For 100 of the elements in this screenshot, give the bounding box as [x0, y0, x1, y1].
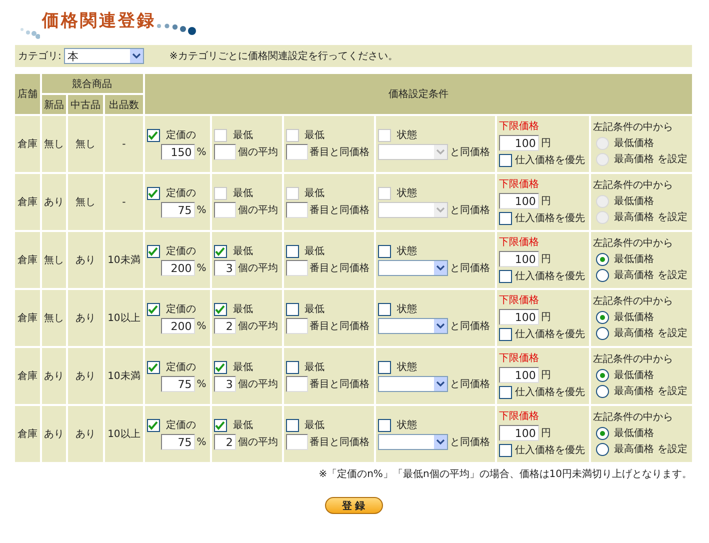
input-field[interactable]	[214, 202, 236, 218]
suffix-label: 番目と同価格	[310, 204, 370, 217]
option-label: 最低	[232, 419, 253, 432]
checkbox[interactable]	[378, 302, 391, 316]
input-field[interactable]: 3	[214, 376, 236, 392]
input-field[interactable]	[286, 144, 308, 160]
option-label: 最高価格 を設定	[614, 326, 688, 340]
checkbox[interactable]	[498, 270, 512, 282]
input-field[interactable]: 100	[498, 425, 539, 441]
option-label: 最低	[304, 129, 325, 142]
option-label: 最低価格	[614, 310, 654, 324]
table-cell: あり	[42, 174, 66, 230]
suffix-label: 番目と同価格	[310, 378, 370, 391]
suffix-label: 個の平均	[238, 204, 278, 217]
checkbox[interactable]	[286, 360, 299, 374]
input-field[interactable]: 100	[498, 367, 539, 383]
table-cell: 10未満	[105, 348, 143, 404]
input-field[interactable]	[286, 376, 308, 392]
category-select[interactable]: 本	[64, 48, 144, 64]
unit-label: %	[196, 146, 206, 158]
table-cell: あり	[68, 406, 104, 462]
checkbox[interactable]	[146, 244, 160, 258]
category-note: ※カテゴリごとに価格関連設定を行ってください。	[169, 50, 398, 63]
table-cell: 倉庫	[15, 116, 40, 172]
option-label: 仕入価格を優先	[514, 328, 585, 341]
input-field[interactable]	[286, 318, 308, 334]
checkbox[interactable]	[214, 418, 227, 432]
table-cell: -	[105, 174, 143, 230]
option-label: 状態	[396, 360, 417, 374]
input-field[interactable]: 100	[498, 309, 539, 325]
suffix-label: 番目と同価格	[310, 436, 370, 449]
suffix-label: 番目と同価格	[310, 146, 370, 159]
radio-button[interactable]	[596, 268, 610, 282]
checkbox[interactable]	[146, 418, 160, 432]
radio-button[interactable]	[596, 326, 610, 340]
checkbox[interactable]	[378, 418, 391, 432]
option-label: 最低	[232, 245, 253, 258]
suffix-label: と同価格	[450, 378, 490, 391]
input-field[interactable]	[286, 434, 308, 450]
dots-icon	[20, 27, 40, 39]
checkbox[interactable]	[378, 360, 391, 374]
checkbox[interactable]	[286, 302, 299, 316]
table-cell: 無し	[42, 116, 66, 172]
input-field[interactable]	[286, 202, 308, 218]
checkbox[interactable]	[286, 418, 299, 432]
radio-button[interactable]	[596, 252, 610, 266]
option-label: 最低価格	[614, 426, 654, 440]
table-cell: あり	[42, 406, 66, 462]
option-label: 仕入価格を優先	[514, 444, 585, 457]
radio-button[interactable]	[596, 442, 610, 456]
checkbox[interactable]	[498, 444, 512, 456]
table-cell: -	[105, 116, 143, 172]
header-cell: 店舗	[15, 74, 40, 114]
checkbox[interactable]	[286, 244, 299, 258]
input-field[interactable]: 200	[160, 260, 195, 276]
checkbox[interactable]	[146, 302, 160, 316]
suffix-label: 個の平均	[238, 320, 278, 333]
choose-label: 左記条件の中から	[593, 120, 674, 134]
table-cell: 倉庫	[15, 348, 40, 404]
header-cell: 新品	[42, 95, 66, 114]
option-label: 定価の	[166, 244, 196, 258]
option-label: 仕入価格を優先	[514, 270, 585, 283]
input-field[interactable]	[286, 260, 308, 276]
radio-button[interactable]	[596, 310, 610, 324]
footnote: ※「定価のn%」「最低n個の平均」の場合、価格は10円未満切り上げとなります。	[318, 468, 692, 481]
option-label: 状態	[396, 244, 417, 258]
table-cell: 倉庫	[15, 406, 40, 462]
radio-button[interactable]	[596, 384, 610, 398]
table-cell: 無し	[68, 116, 104, 172]
input-field[interactable]: 75	[160, 434, 195, 450]
header-cell: 出品数	[105, 95, 143, 114]
suffix-label: 番目と同価格	[310, 262, 370, 275]
input-field[interactable]: 2	[214, 434, 236, 450]
option-label: 最低	[304, 187, 325, 200]
checkbox[interactable]	[498, 386, 512, 398]
input-field[interactable]: 3	[214, 260, 236, 276]
option-label: 仕入価格を優先	[514, 154, 585, 167]
checkbox[interactable]	[214, 244, 227, 258]
submit-button[interactable]: 登 録	[324, 497, 382, 514]
input-field[interactable]: 200	[160, 318, 195, 334]
min-price-label: 下限価格	[498, 294, 540, 307]
checkbox[interactable]	[146, 360, 160, 374]
checkbox[interactable]	[378, 244, 391, 258]
min-price-label: 下限価格	[498, 178, 540, 191]
input-field[interactable]: 2	[214, 318, 236, 334]
checkbox[interactable]	[214, 302, 227, 316]
min-price-label: 下限価格	[498, 120, 540, 133]
option-label: 定価の	[166, 418, 196, 432]
min-price-label: 下限価格	[498, 352, 540, 365]
option-label: 最低価格	[614, 252, 654, 266]
header-cell: 競合商品	[42, 74, 143, 93]
input-field[interactable]: 75	[160, 376, 195, 392]
checkbox[interactable]	[214, 360, 227, 374]
suffix-label: と同価格	[450, 262, 490, 275]
radio-button[interactable]	[596, 426, 610, 440]
input-field[interactable]: 100	[498, 251, 539, 267]
checkbox[interactable]	[498, 328, 512, 340]
radio-button[interactable]	[596, 368, 610, 382]
input-field[interactable]	[214, 144, 236, 160]
unit-label: %	[196, 320, 206, 332]
